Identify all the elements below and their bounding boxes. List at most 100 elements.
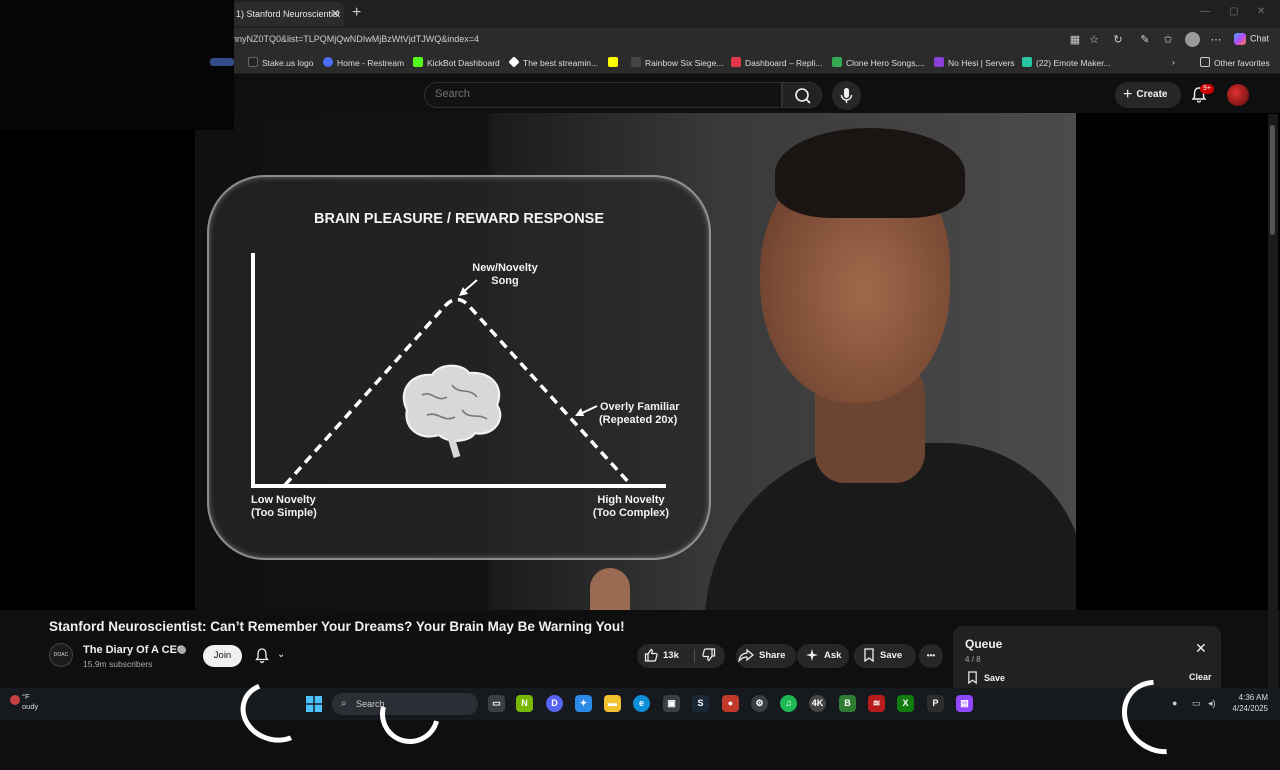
volume-tray-icon[interactable]: ◂) — [1208, 698, 1216, 709]
doodle-stroke — [231, 671, 319, 753]
brain-icon — [402, 364, 502, 459]
favorite-item[interactable]: Rainbow Six Siege... — [631, 57, 723, 68]
favorite-icon — [248, 57, 258, 67]
favorite-item[interactable]: Home - Restream — [323, 57, 404, 68]
extensions-icon[interactable]: ✎ — [1138, 33, 1152, 47]
video-title: Stanford Neuroscientist: Can’t Remember … — [49, 619, 625, 634]
join-button[interactable]: Join — [203, 645, 242, 667]
bell-icon — [255, 648, 269, 664]
steam-icon[interactable]: S — [692, 695, 709, 712]
favorite-item[interactable]: KickBot Dashboard — [413, 57, 500, 68]
app-b-icon[interactable]: B — [839, 695, 856, 712]
like-button[interactable]: 13k — [637, 644, 693, 668]
favorite-icon — [832, 57, 842, 67]
task-view-icon[interactable]: ▭ — [488, 695, 505, 712]
favorite-label: Rainbow Six Siege... — [645, 58, 724, 68]
search-button[interactable] — [782, 82, 822, 108]
new-tab-button[interactable]: + — [352, 4, 361, 22]
tab-title: 1) Stanford Neuroscientist — [236, 9, 341, 19]
nvidia-icon[interactable]: N — [516, 695, 533, 712]
queue-clear-button[interactable]: Clear — [1189, 672, 1212, 682]
right-label-line2: (Repeated 20x) — [599, 414, 678, 426]
refresh-icon[interactable]: ↻ — [1111, 33, 1125, 47]
ask-button[interactable]: Ask — [797, 644, 849, 668]
clock-time: 4:36 AM — [1238, 693, 1268, 702]
url-field[interactable]: nnyNZ0TQ0&list=TLPQMjQwNDIwMjBzWtVjdTJWQ… — [232, 34, 479, 44]
discord-icon[interactable]: D — [546, 695, 563, 712]
more-actions-button[interactable]: ••• — [919, 644, 943, 668]
edge-icon[interactable]: e — [633, 695, 650, 712]
maximize-window-icon[interactable]: ▢ — [1229, 6, 1238, 17]
file-explorer-icon[interactable]: ▬ — [604, 695, 621, 712]
app-icon[interactable]: ● — [722, 695, 739, 712]
favorite-item[interactable] — [608, 57, 622, 68]
chat-label: Chat — [1250, 33, 1270, 44]
search-input[interactable] — [435, 88, 765, 100]
x-left-label-line1: Low Novelty — [251, 494, 317, 506]
close-window-icon[interactable]: ✕ — [1257, 6, 1265, 17]
weather-widget[interactable]: °F oudy — [22, 692, 38, 712]
folder-icon — [1200, 57, 1210, 67]
favorite-icon — [1022, 57, 1032, 67]
store-icon[interactable]: ▣ — [663, 695, 680, 712]
favorites-overflow-chevron-icon[interactable]: › — [1172, 57, 1175, 67]
scrollbar-thumb[interactable] — [1270, 125, 1275, 235]
share-button[interactable]: Share — [736, 644, 796, 668]
app-red-icon[interactable]: ≋ — [868, 695, 885, 712]
save-button[interactable]: Save — [854, 644, 916, 668]
favorite-star-icon[interactable]: ☆ — [1087, 33, 1101, 47]
profile-avatar[interactable] — [1185, 32, 1200, 47]
copilot-app-icon[interactable]: ✦ — [575, 695, 592, 712]
sparkle-icon — [806, 649, 818, 661]
minimize-window-icon[interactable]: — — [1200, 6, 1210, 17]
create-button[interactable]: + Create — [1115, 82, 1181, 108]
queue-save-button[interactable]: Save — [967, 671, 1005, 685]
favorite-item[interactable]: Stake.us logo — [248, 57, 314, 68]
favorite-item[interactable]: No Hesi | Servers — [934, 57, 1014, 68]
favorite-label: Home - Restream — [337, 58, 405, 68]
copilot-chat-button[interactable]: Chat — [1234, 33, 1269, 45]
favorite-label: No Hesi | Servers — [948, 58, 1015, 68]
settings-gear-icon[interactable]: ⚙ — [751, 695, 768, 712]
other-favorites-label: Other favorites — [1214, 58, 1270, 68]
spotify-icon[interactable]: ♫ — [780, 695, 797, 712]
channel-avatar[interactable]: DOAC — [49, 643, 73, 667]
subscription-notifications-button[interactable]: ⌄ — [252, 646, 292, 666]
plus-icon: + — [1123, 86, 1133, 103]
speaker-hand — [590, 568, 630, 610]
favorite-label: (22) Emote Maker... — [1036, 58, 1111, 68]
browser-tab-active[interactable]: 1) Stanford Neuroscientist ✕ — [232, 2, 344, 26]
x-right-label-line1: High Novelty — [597, 494, 665, 506]
webcam-light — [210, 58, 234, 66]
favorite-item[interactable]: Clone Hero Songs,... — [832, 57, 925, 68]
4k-downloader-icon[interactable]: 4K — [809, 695, 826, 712]
app-p-icon[interactable]: P — [927, 695, 944, 712]
account-avatar[interactable] — [1227, 84, 1249, 106]
favorite-item[interactable]: (22) Emote Maker... — [1022, 57, 1111, 68]
favorite-icon — [508, 56, 520, 68]
channel-name[interactable]: The Diary Of A CEO — [83, 644, 185, 656]
favorite-label: Stake.us logo — [262, 58, 314, 68]
tab-close-icon[interactable]: ✕ — [331, 2, 340, 26]
weather-description: oudy — [22, 702, 39, 711]
favorite-item[interactable]: The best streamin... — [508, 56, 598, 68]
bookmark-icon — [864, 648, 874, 663]
favorite-label: KickBot Dashboard — [427, 58, 500, 68]
search-box[interactable] — [424, 82, 782, 108]
diagram-title: BRAIN PLEASURE / REWARD RESPONSE — [314, 211, 604, 227]
taskbar-clock[interactable]: 4:36 AM 4/24/2025 — [1226, 692, 1268, 714]
twitch-icon[interactable]: ▤ — [956, 695, 973, 712]
favorites-icon[interactable]: ✩ — [1161, 33, 1175, 47]
snapchat-icon — [608, 57, 618, 67]
xbox-icon[interactable]: X — [897, 695, 914, 712]
share-icon — [738, 648, 754, 663]
voice-search-button[interactable] — [832, 81, 861, 110]
bookmark-icon — [968, 671, 977, 685]
app-available-icon[interactable]: ▦ — [1068, 33, 1082, 47]
close-icon[interactable]: ✕ — [1195, 640, 1207, 657]
clock-date: 4/24/2025 — [1232, 704, 1268, 713]
menu-dots-icon[interactable]: ⋯ — [1209, 33, 1223, 47]
dislike-button[interactable] — [695, 644, 725, 668]
other-favorites[interactable]: Other favorites — [1200, 57, 1270, 68]
favorite-item[interactable]: Dashboard – Repli... — [731, 57, 823, 68]
